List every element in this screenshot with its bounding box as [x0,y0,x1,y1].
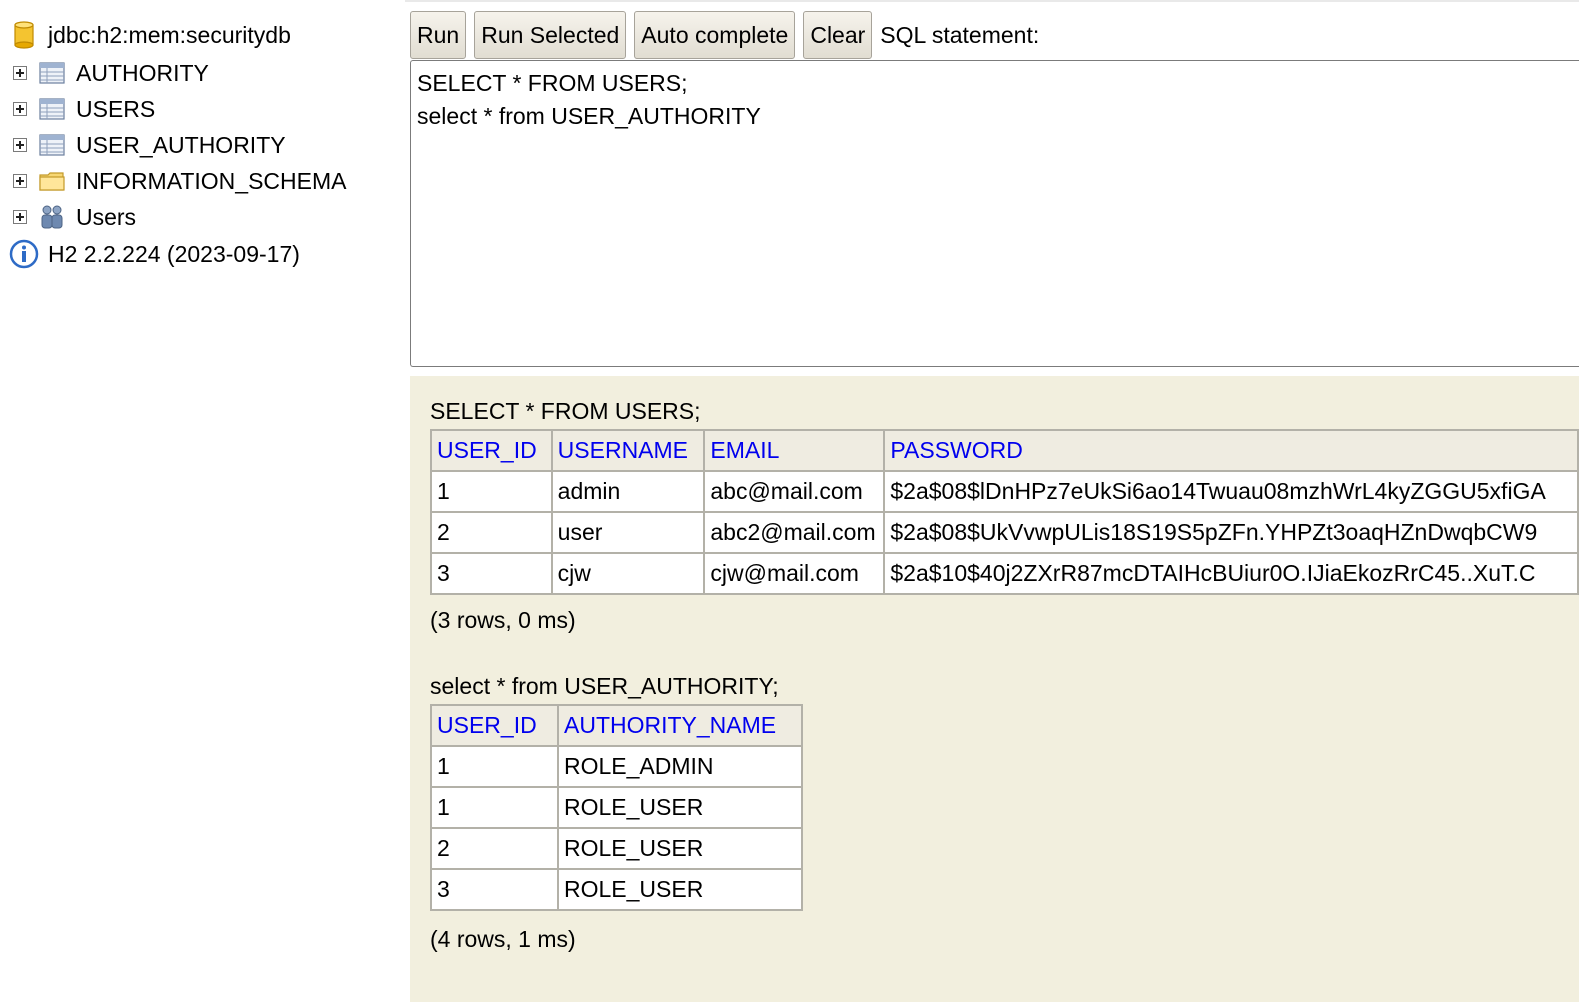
table-cell: abc@mail.com [703,470,886,513]
tree-version: H2 2.2.224 (2023-09-17) [9,237,300,271]
table-cell: 1 [430,786,559,829]
table-cell: cjw@mail.com [703,552,886,595]
sql-editor[interactable]: SELECT * FROM USERS; select * from USER_… [410,60,1579,367]
run-selected-button[interactable]: Run Selected [474,11,627,59]
column-header[interactable]: PASSWORD [883,429,1579,472]
tree-item-users-group[interactable]: Users [13,200,136,234]
version-label: H2 2.2.224 (2023-09-17) [48,241,300,267]
h2-console: jdbc:h2:mem:securitydb AUTHORITY USERS U… [0,0,1579,1002]
expand-icon[interactable] [13,210,27,224]
table-icon [39,134,65,156]
table-cell: ROLE_USER [557,827,803,870]
table-row: 2 user abc2@mail.com $2a$08$UkVvwpULis18… [430,511,1579,554]
results-panel: SELECT * FROM USERS; USER_ID USERNAME EM… [410,376,1579,1002]
column-header[interactable]: EMAIL [703,429,886,472]
table-cell: user [550,511,706,554]
schema-tree: jdbc:h2:mem:securitydb AUTHORITY USERS U… [0,0,405,1002]
query-text-user-authority: select * from USER_AUTHORITY; [430,673,779,699]
table-cell: 2 [430,827,559,870]
tree-item-label: Users [76,204,137,230]
table-header-row: USER_ID USERNAME EMAIL PASSWORD [430,429,1579,472]
table-cell: abc2@mail.com [703,511,886,554]
auto-complete-button[interactable]: Auto complete [634,11,796,59]
toolbar: Run Run Selected Auto complete Clear SQL… [410,10,1039,60]
column-header[interactable]: USER_ID [430,429,553,472]
table-row: 1 ROLE_USER [430,786,803,829]
table-icon [39,62,65,84]
users-icon [41,205,63,229]
table-row: 2 ROLE_USER [430,827,803,870]
tree-item-label: USER_AUTHORITY [76,132,286,158]
table-cell: 1 [430,470,553,513]
expand-icon[interactable] [13,102,27,116]
tree-connection[interactable]: jdbc:h2:mem:securitydb [13,18,291,52]
tree-item-user-authority[interactable]: USER_AUTHORITY [13,128,286,162]
table-cell: ROLE_USER [557,786,803,829]
table-row: 1 ROLE_ADMIN [430,745,803,788]
table-row: 3 cjw cjw@mail.com $2a$10$40j2ZXrR87mcDT… [430,552,1579,595]
table-cell: 2 [430,511,553,554]
tree-item-authority[interactable]: AUTHORITY [13,56,209,90]
folder-icon [39,172,65,191]
table-row: 1 admin abc@mail.com $2a$08$lDnHPz7eUkSi… [430,470,1579,513]
table-cell: 3 [430,552,553,595]
table-cell: $2a$08$lDnHPz7eUkSi6ao14Twuau08mzhWrL4ky… [883,470,1579,513]
table-cell: admin [550,470,706,513]
column-header[interactable]: USER_ID [430,704,559,747]
column-header[interactable]: USERNAME [550,429,706,472]
table-cell: ROLE_USER [557,868,803,911]
row-count-users: (3 rows, 0 ms) [430,607,576,633]
tree-item-label: AUTHORITY [76,60,209,86]
table-row: 3 ROLE_USER [430,868,803,911]
tree-item-information-schema[interactable]: INFORMATION_SCHEMA [13,164,346,198]
tree-item-label: INFORMATION_SCHEMA [76,168,347,194]
table-icon [39,98,65,120]
sql-statement-label: SQL statement: [880,21,1040,48]
tree-item-users-table[interactable]: USERS [13,92,155,126]
query-text-users: SELECT * FROM USERS; [430,398,701,424]
tree-item-label: USERS [76,96,156,122]
result-table-user-authority: USER_ID AUTHORITY_NAME 1 ROLE_ADMIN 1 RO… [430,704,803,911]
expand-icon[interactable] [13,174,27,188]
column-header[interactable]: AUTHORITY_NAME [557,704,803,747]
table-cell: ROLE_ADMIN [557,745,803,788]
table-cell: $2a$10$40j2ZXrR87mcDTAIHcBUiur0O.IJiaEko… [883,552,1579,595]
table-header-row: USER_ID AUTHORITY_NAME [430,704,803,747]
table-cell: $2a$08$UkVvwpULis18S19S5pZFn.YHPZt3oaqHZ… [883,511,1579,554]
row-count-user-authority: (4 rows, 1 ms) [430,926,576,952]
expand-icon[interactable] [13,138,27,152]
info-icon [9,239,39,269]
result-table-users: USER_ID USERNAME EMAIL PASSWORD 1 admin … [430,429,1579,595]
table-cell: 1 [430,745,559,788]
database-icon [14,21,34,49]
table-cell: 3 [430,868,559,911]
clear-button[interactable]: Clear [803,11,873,59]
expand-icon[interactable] [13,66,27,80]
run-button[interactable]: Run [410,11,467,59]
connection-url: jdbc:h2:mem:securitydb [48,22,291,48]
table-cell: cjw [550,552,706,595]
